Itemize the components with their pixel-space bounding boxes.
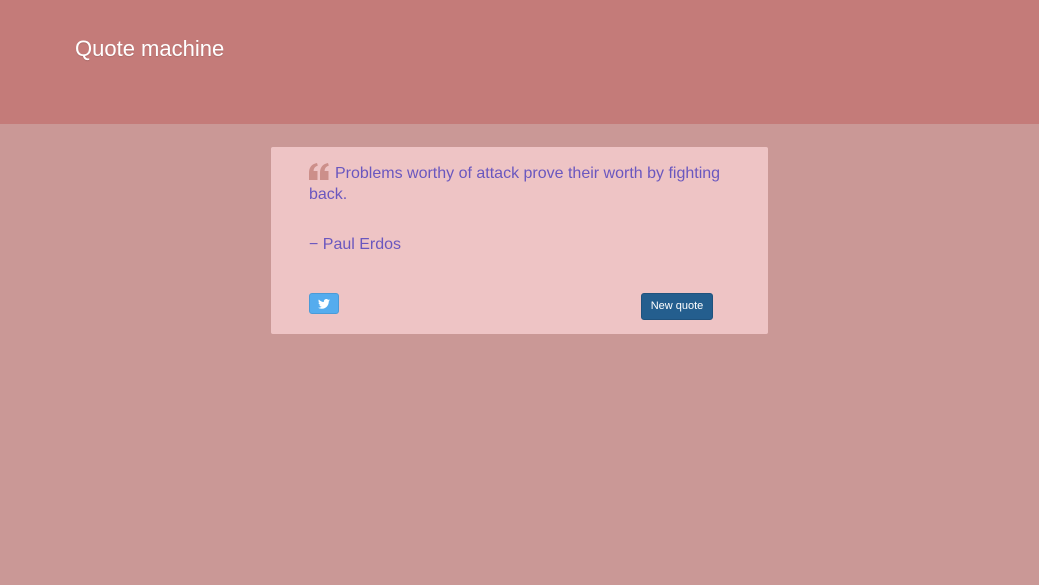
new-quote-button[interactable]: New quote [641, 293, 713, 320]
page-header: Quote machine [0, 0, 1039, 124]
quote-author: − Paul Erdos [309, 236, 402, 253]
twitter-icon [318, 298, 330, 309]
tweet-button[interactable] [309, 293, 339, 314]
app-title: Quote machine [75, 36, 225, 61]
quote-card: Problems worthy of attack prove their wo… [271, 147, 768, 334]
quote-text: Problems worthy of attack prove their wo… [309, 165, 721, 203]
